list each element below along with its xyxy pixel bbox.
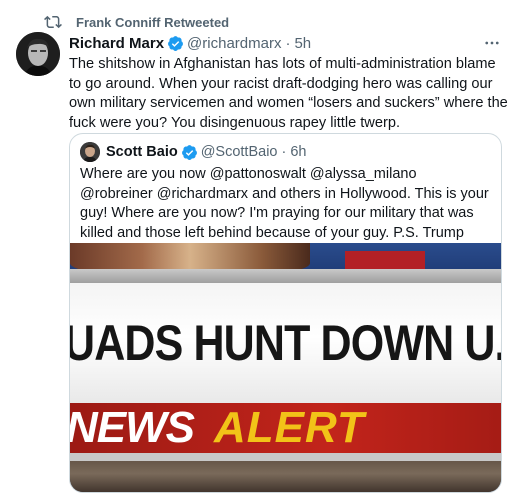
retweeted-by-label: Frank Conniff Retweeted <box>76 14 230 30</box>
quoted-tweet-header: Scott Baio @ScottBaio · 6h <box>80 142 306 162</box>
media-grey-strip <box>70 269 501 283</box>
separator-dot: · <box>281 144 287 160</box>
author-avatar[interactable] <box>16 32 60 76</box>
quoted-author-handle: @ScottBaio <box>200 144 278 160</box>
quoted-tweet[interactable]: Scott Baio @ScottBaio · 6h Where are you… <box>69 133 502 493</box>
quoted-author-name: Scott Baio <box>106 144 178 160</box>
author-name[interactable]: Richard Marx <box>69 35 164 52</box>
more-icon[interactable] <box>482 33 502 53</box>
tweet-text: The shitshow in Afghanistan has lots of … <box>69 56 508 131</box>
verified-badge-icon <box>181 144 198 161</box>
author-handle[interactable]: @richardmarx <box>187 35 281 52</box>
tweet-timestamp[interactable]: 5h <box>294 35 311 52</box>
media-headline-banner: UADS HUNT DOWN U.S. <box>70 283 502 403</box>
quoted-author-avatar <box>80 142 100 162</box>
tweet-header: Richard Marx @richardmarx · 5h <box>69 33 509 53</box>
retweet-icon <box>44 13 62 31</box>
media-alert-text: ALERT <box>214 403 365 452</box>
media-ticker-strip <box>70 453 501 461</box>
quoted-tweet-timestamp: 6h <box>290 144 307 160</box>
media-alert-bar: NEWS ALERT <box>70 403 501 453</box>
quoted-tweet-media[interactable]: UADS HUNT DOWN U.S. NEWS ALERT <box>70 243 502 492</box>
verified-badge-icon <box>167 35 184 52</box>
separator-dot: · <box>285 34 291 52</box>
media-headline-text: UADS HUNT DOWN U.S. <box>70 315 502 371</box>
retweet-context[interactable]: Frank Conniff Retweeted <box>44 12 229 32</box>
media-news-text: NEWS <box>70 403 195 452</box>
